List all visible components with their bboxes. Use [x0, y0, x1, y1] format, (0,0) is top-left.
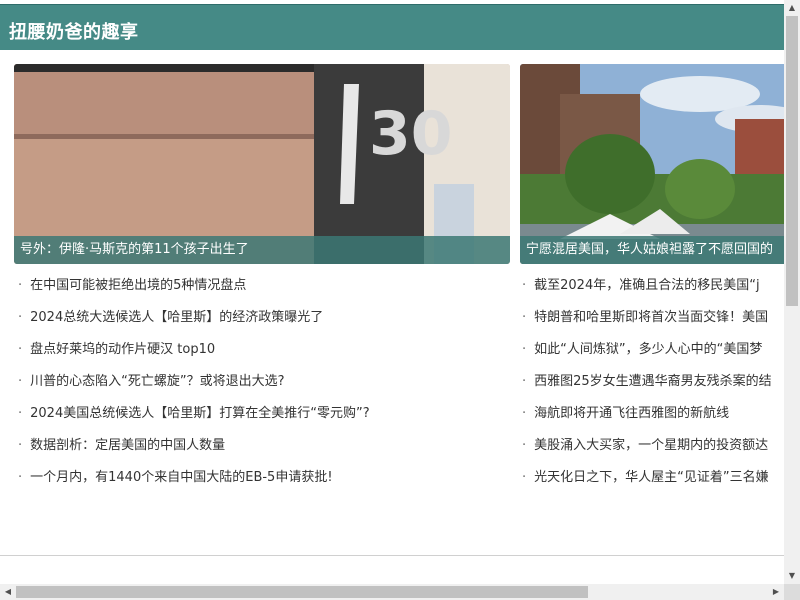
site-header: 扭腰奶爸的趣享 — [0, 4, 784, 50]
article-link[interactable]: 在中国可能被拒绝出境的5种情况盘点 — [30, 278, 246, 293]
bullet-icon: · — [18, 438, 23, 453]
article-link[interactable]: 一个月内，有1440个来自中国大陆的EB-5申请获批! — [30, 470, 332, 485]
bullet-icon: · — [522, 342, 527, 357]
article-link[interactable]: 特朗普和哈里斯即将首次当面交锋！美国 — [534, 310, 768, 325]
vertical-scroll-thumb[interactable] — [786, 16, 798, 306]
list-item[interactable]: · 西雅图25岁女生遭遇华裔男友残杀案的结 — [522, 366, 784, 398]
bullet-icon: · — [522, 374, 527, 389]
arrow-left-icon[interactable]: ◀ — [0, 584, 16, 600]
featured-image-1: 30 — [14, 64, 510, 264]
footer-divider — [0, 555, 784, 556]
featured-image-2 — [520, 64, 784, 264]
horizontal-scroll-thumb[interactable] — [16, 586, 588, 598]
bullet-icon: · — [18, 406, 23, 421]
featured-caption-2[interactable]: 宁愿混居美国，华人姑娘袒露了不愿回国的 — [520, 236, 784, 264]
bullet-icon: · — [18, 374, 23, 389]
list-item[interactable]: · 特朗普和哈里斯即将首次当面交锋！美国 — [522, 302, 784, 334]
article-link[interactable]: 盘点好莱坞的动作片硬汉 top10 — [30, 342, 215, 357]
page: 扭腰奶爸的趣享 30 号外：伊隆·马斯克的第11个孩子出生了 宁愿混居美国，华人… — [0, 0, 784, 584]
list-item[interactable]: · 海航即将开通飞往西雅图的新航线 — [522, 398, 784, 430]
list-item[interactable]: · 一个月内，有1440个来自中国大陆的EB-5申请获批! — [18, 462, 508, 494]
featured-card-1[interactable]: 30 号外：伊隆·马斯克的第11个孩子出生了 — [14, 64, 510, 264]
bullet-icon: · — [522, 278, 527, 293]
list-item[interactable]: · 截至2024年，准确且合法的移民美国“j — [522, 270, 784, 302]
article-link[interactable]: 2024美国总统候选人【哈里斯】打算在全美推行“零元购”? — [30, 406, 369, 421]
article-link[interactable]: 如此“人间炼狱”，多少人心中的“美国梦 — [534, 342, 762, 357]
article-link[interactable]: 截至2024年，准确且合法的移民美国“j — [534, 278, 759, 293]
featured-card-2[interactable]: 宁愿混居美国，华人姑娘袒露了不愿回国的 — [520, 64, 784, 264]
arrow-down-icon[interactable]: ▼ — [784, 568, 800, 584]
list-item[interactable]: · 川普的心态陷入“死亡螺旋”？或将退出大选? — [18, 366, 508, 398]
arrow-up-icon[interactable]: ▲ — [784, 0, 800, 16]
article-list-right: · 截至2024年，准确且合法的移民美国“j · 特朗普和哈里斯即将首次当面交锋！美… — [522, 270, 784, 494]
list-item[interactable]: · 2024美国总统候选人【哈里斯】打算在全美推行“零元购”? — [18, 398, 508, 430]
bullet-icon: · — [18, 342, 23, 357]
list-item[interactable]: · 盘点好莱坞的动作片硬汉 top10 — [18, 334, 508, 366]
svg-text:30: 30 — [369, 99, 453, 169]
article-link[interactable]: 海航即将开通飞往西雅图的新航线 — [534, 406, 729, 421]
article-link[interactable]: 数据剖析：定居美国的中国人数量 — [30, 438, 225, 453]
list-item[interactable]: · 2024总统大选候选人【哈里斯】的经济政策曝光了 — [18, 302, 508, 334]
list-item[interactable]: · 在中国可能被拒绝出境的5种情况盘点 — [18, 270, 508, 302]
list-item[interactable]: · 光天化日之下，华人屋主“见证着”三名嫌 — [522, 462, 784, 494]
bullet-icon: · — [18, 278, 23, 293]
featured-caption-1[interactable]: 号外：伊隆·马斯克的第11个孩子出生了 — [14, 236, 510, 264]
article-list-left: · 在中国可能被拒绝出境的5种情况盘点 · 2024总统大选候选人【哈里斯】的经济政… — [18, 270, 508, 494]
scrollbar-corner — [784, 584, 800, 600]
site-title[interactable]: 扭腰奶爸的趣享 — [9, 18, 139, 44]
list-item[interactable]: · 数据剖析：定居美国的中国人数量 — [18, 430, 508, 462]
list-item[interactable]: · 美股涌入大买家，一个星期内的投资额达 — [522, 430, 784, 462]
article-link[interactable]: 川普的心态陷入“死亡螺旋”？或将退出大选? — [30, 374, 284, 389]
list-item[interactable]: · 如此“人间炼狱”，多少人心中的“美国梦 — [522, 334, 784, 366]
vertical-scrollbar[interactable]: ▲ ▼ — [784, 0, 800, 584]
bullet-icon: · — [18, 470, 23, 485]
horizontal-scrollbar[interactable]: ◀ ▶ — [0, 584, 784, 600]
bullet-icon: · — [522, 470, 527, 485]
bullet-icon: · — [18, 310, 23, 325]
bullet-icon: · — [522, 406, 527, 421]
arrow-right-icon[interactable]: ▶ — [768, 584, 784, 600]
bullet-icon: · — [522, 438, 527, 453]
article-link[interactable]: 美股涌入大买家，一个星期内的投资额达 — [534, 438, 768, 453]
bullet-icon: · — [522, 310, 527, 325]
article-link[interactable]: 2024总统大选候选人【哈里斯】的经济政策曝光了 — [30, 310, 323, 325]
article-link[interactable]: 西雅图25岁女生遭遇华裔男友残杀案的结 — [534, 374, 772, 389]
article-link[interactable]: 光天化日之下，华人屋主“见证着”三名嫌 — [534, 470, 768, 485]
